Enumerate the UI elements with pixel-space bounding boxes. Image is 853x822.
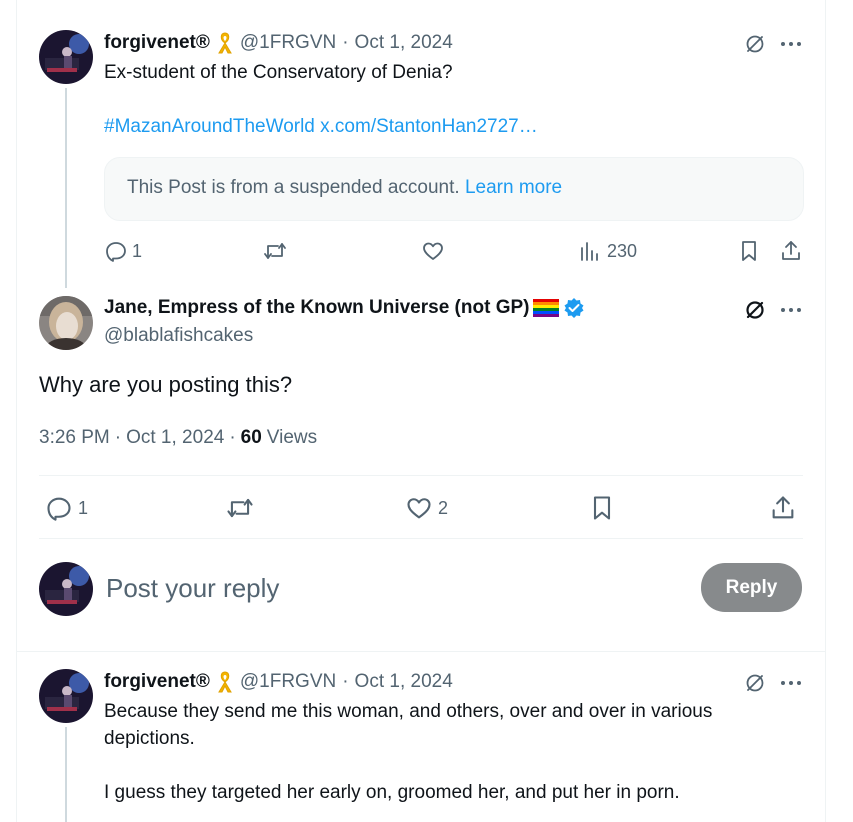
like-icon[interactable] [419, 238, 447, 264]
reply-count: 1 [78, 497, 89, 518]
grok-icon[interactable] [741, 31, 769, 57]
suspended-notice: This Post is from a suspended account. L… [104, 157, 804, 221]
author-name[interactable]: Jane, Empress of the Known Universe (not… [104, 297, 529, 319]
post-date[interactable]: Oct 1, 2024 [355, 671, 453, 693]
notice-text: This Post is from a suspended account. [127, 177, 460, 198]
reply-icon [104, 239, 128, 263]
divider [39, 538, 803, 539]
views-icon [579, 239, 601, 263]
post-text: Ex-student of the Conservatory of Denia? [104, 62, 453, 83]
divider [39, 475, 803, 476]
grok-icon[interactable] [741, 670, 769, 696]
post-date[interactable]: Oct 1, 2024 [355, 32, 453, 54]
reply-button[interactable]: 1 [45, 493, 88, 523]
url-link[interactable]: x.com/StantonHan2727… [320, 116, 538, 137]
share-icon[interactable] [767, 493, 799, 523]
views-button[interactable]: 230 [579, 238, 637, 264]
like-icon [405, 494, 433, 522]
bookmark-icon[interactable] [587, 493, 617, 523]
author-name[interactable]: forgivenet® [104, 32, 210, 54]
more-options-icon[interactable] [777, 670, 805, 696]
reply-input[interactable]: Post your reply [106, 571, 666, 605]
bookmark-icon[interactable] [735, 238, 763, 264]
yellow-ribbon-icon [216, 670, 234, 694]
views-count: 230 [607, 240, 638, 261]
learn-more-link[interactable]: Learn more [465, 177, 562, 198]
avatar[interactable] [39, 296, 93, 350]
verified-badge-icon[interactable] [563, 297, 585, 319]
share-icon[interactable] [777, 238, 805, 264]
views-count: 60 [240, 427, 262, 448]
reply-count: 1 [132, 240, 143, 261]
meta-separator: · [342, 671, 349, 692]
post-text: Why are you posting this? [39, 372, 293, 397]
avatar[interactable] [39, 669, 93, 723]
reply-button[interactable]: 1 [104, 238, 142, 264]
yellow-ribbon-icon [216, 31, 234, 55]
meta-separator: · [229, 427, 236, 448]
author-handle[interactable]: @blablafishcakes [104, 325, 253, 347]
like-count: 2 [438, 497, 449, 518]
thread-line [65, 88, 67, 288]
author-handle[interactable]: @1FRGVN [240, 671, 336, 693]
meta-separator: · [342, 32, 349, 53]
author-name[interactable]: forgivenet® [104, 671, 210, 693]
repost-icon[interactable] [261, 238, 289, 264]
post-date[interactable]: Oct 1, 2024 [126, 427, 224, 449]
hashtag-link[interactable]: #MazanAroundTheWorld [104, 116, 315, 137]
post-text: Because they send me this woman, and oth… [104, 701, 713, 749]
more-options-icon[interactable] [777, 31, 805, 57]
thread-line [65, 727, 67, 822]
author-handle[interactable]: @1FRGVN [240, 32, 336, 54]
section-divider [17, 651, 825, 652]
reply-submit-button[interactable]: Reply [701, 563, 802, 612]
like-button[interactable]: 2 [405, 493, 448, 523]
meta-separator: · [114, 427, 122, 448]
grok-icon[interactable] [741, 297, 769, 323]
reply-icon [45, 494, 73, 522]
avatar[interactable] [39, 562, 93, 616]
more-options-icon[interactable] [777, 297, 805, 323]
repost-icon[interactable] [223, 493, 257, 523]
avatar[interactable] [39, 30, 93, 84]
views-label: Views [266, 427, 318, 448]
post-time[interactable]: 3:26 PM [39, 427, 110, 449]
timeline-column: forgivenet® @1FRGVN · Oct 1, 2024 Ex-stu… [16, 0, 826, 822]
post-text: I guess they targeted her early on, groo… [104, 782, 680, 803]
rainbow-flag-icon [533, 299, 560, 317]
